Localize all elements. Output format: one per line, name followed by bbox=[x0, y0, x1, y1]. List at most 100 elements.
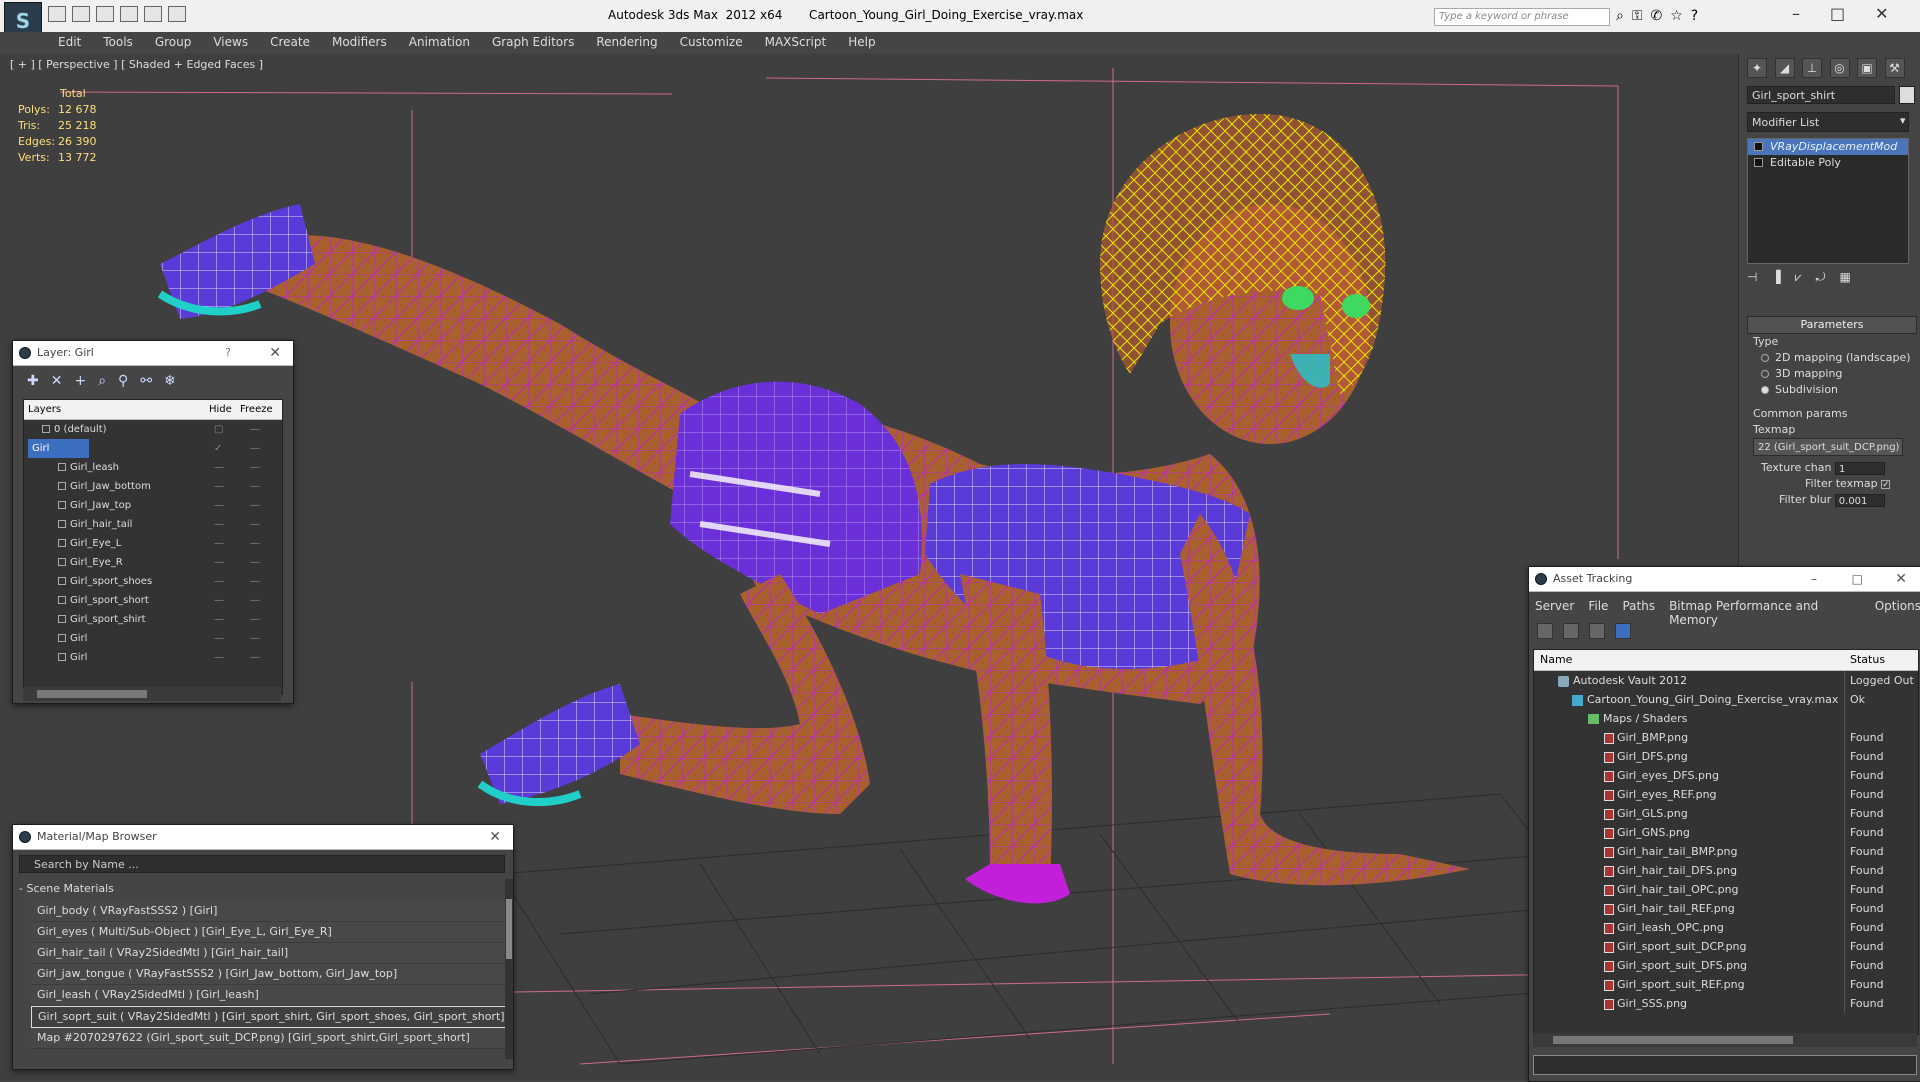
table-row[interactable]: Girl_BMP.png Found bbox=[1534, 728, 1918, 747]
material-browser-titlebar[interactable]: Material/Map Browser ✕ bbox=[13, 825, 513, 850]
asset-table[interactable]: Name Status Autodesk Vault 2012 Logged Ou… bbox=[1533, 649, 1919, 1035]
menu-animation[interactable]: Animation bbox=[409, 35, 470, 49]
freeze-toggle[interactable]: — bbox=[250, 648, 260, 667]
table-row[interactable]: Maps / Shaders bbox=[1534, 709, 1918, 728]
create-tab-icon[interactable]: ✦ bbox=[1747, 58, 1767, 78]
type-option-2d[interactable]: 2D mapping (landscape) bbox=[1747, 350, 1917, 366]
add-to-layer-icon[interactable]: + bbox=[74, 373, 86, 389]
menu-maxscript[interactable]: MAXScript bbox=[765, 35, 827, 49]
help-icon[interactable]: ? bbox=[1691, 8, 1698, 24]
favorites-star-icon[interactable]: ☆ bbox=[1670, 8, 1683, 24]
freeze-toggle[interactable]: — bbox=[250, 439, 260, 458]
close-icon[interactable]: ✕ bbox=[489, 825, 501, 849]
table-row[interactable]: Girl_hair_tail_REF.png Found bbox=[1534, 899, 1918, 918]
hide-toggle[interactable]: — bbox=[214, 515, 224, 534]
refresh-icon[interactable] bbox=[1537, 623, 1553, 639]
utilities-tab-icon[interactable]: ⚒ bbox=[1884, 58, 1905, 78]
menu-group[interactable]: Group bbox=[155, 35, 192, 49]
close-icon[interactable]: ✕ bbox=[1895, 567, 1907, 591]
highlight-layer-icon[interactable]: ⚲ bbox=[118, 373, 128, 389]
freeze-toggle[interactable]: — bbox=[250, 591, 260, 610]
asset-horizontal-scrollbar[interactable] bbox=[1533, 1033, 1917, 1047]
material-vertical-scrollbar[interactable] bbox=[505, 879, 513, 1059]
thumbnail-view-icon[interactable] bbox=[1589, 623, 1605, 639]
layer-row-selected[interactable]: Girl ✓ — bbox=[24, 439, 282, 458]
maximize-icon[interactable]: □ bbox=[1852, 567, 1863, 591]
material-item[interactable]: Girl_leash ( VRay2SidedMtl ) [Girl_leash… bbox=[31, 985, 507, 1006]
lightbulb-icon[interactable] bbox=[1754, 142, 1763, 151]
delete-layer-icon[interactable]: ✕ bbox=[51, 373, 63, 389]
menu-edit[interactable]: Edit bbox=[58, 35, 81, 49]
create-layer-icon[interactable]: ✚ bbox=[27, 373, 39, 389]
scene-materials-header[interactable]: - Scene Materials bbox=[19, 881, 505, 897]
filter-texmap-checkbox[interactable]: ✓ bbox=[1881, 479, 1891, 489]
active-check-icon[interactable]: ✓ bbox=[214, 439, 222, 458]
fetch-icon[interactable] bbox=[168, 6, 186, 22]
menu-bitmap-performance[interactable]: Bitmap Performance and Memory bbox=[1669, 599, 1861, 627]
table-row[interactable]: Girl_sport_suit_DCP.png Found bbox=[1534, 937, 1918, 956]
parameters-rollout[interactable]: Parameters bbox=[1747, 316, 1917, 334]
layer-row[interactable]: Girl_Jaw_top — — bbox=[24, 496, 282, 515]
pin-stack-icon[interactable]: ⊣ bbox=[1747, 270, 1757, 285]
configure-sets-icon[interactable]: ▦ bbox=[1839, 270, 1850, 285]
hide-toggle[interactable]: — bbox=[214, 553, 224, 572]
material-search-input[interactable]: Search by Name ... bbox=[19, 855, 505, 873]
save-file-icon[interactable] bbox=[72, 6, 90, 22]
select-objects-icon[interactable]: ⌕ bbox=[98, 373, 106, 389]
object-color-swatch[interactable] bbox=[1899, 86, 1915, 104]
rollout-header[interactable]: Parameters bbox=[1747, 316, 1917, 334]
minimize-icon[interactable]: – bbox=[1811, 567, 1817, 591]
layer-horizontal-scrollbar[interactable] bbox=[23, 687, 281, 701]
freeze-toggle[interactable]: — bbox=[250, 572, 260, 591]
close-icon[interactable]: ✕ bbox=[1875, 4, 1888, 23]
table-row[interactable]: Girl_leash_OPC.png Found bbox=[1534, 918, 1918, 937]
binoculars-icon[interactable]: ⌕ bbox=[1616, 8, 1624, 24]
freeze-toggle[interactable]: — bbox=[250, 477, 260, 496]
maximize-icon[interactable]: □ bbox=[1830, 4, 1845, 23]
table-row[interactable]: Cartoon_Young_Girl_Doing_Exercise_vray.m… bbox=[1534, 690, 1918, 709]
radio-icon[interactable] bbox=[1761, 370, 1769, 378]
asset-path-field[interactable] bbox=[1533, 1055, 1917, 1075]
radio-icon[interactable] bbox=[1761, 386, 1769, 394]
hide-toggle[interactable]: — bbox=[214, 572, 224, 591]
table-row[interactable]: Girl_GLS.png Found bbox=[1534, 804, 1918, 823]
redo-icon[interactable] bbox=[120, 6, 138, 22]
table-row[interactable]: Girl_hair_tail_OPC.png Found bbox=[1534, 880, 1918, 899]
layer-row[interactable]: Girl_hair_tail — — bbox=[24, 515, 282, 534]
subscription-icon[interactable]: ⚿ bbox=[1632, 8, 1643, 24]
freeze-toggle[interactable]: — bbox=[250, 496, 260, 515]
object-name-field[interactable]: Girl_sport_shirt bbox=[1747, 86, 1895, 104]
help-icon[interactable]: ? bbox=[225, 341, 231, 365]
layer-row[interactable]: 0 (default) ▢ — bbox=[24, 420, 282, 439]
column-freeze[interactable]: Freeze bbox=[240, 400, 273, 419]
help-search-input[interactable]: Type a keyword or phrase bbox=[1434, 8, 1610, 26]
menu-graph-editors[interactable]: Graph Editors bbox=[492, 35, 574, 49]
freeze-toggle[interactable]: — bbox=[250, 515, 260, 534]
freeze-toggle[interactable]: — bbox=[250, 610, 260, 629]
column-layers[interactable]: Layers bbox=[28, 400, 61, 419]
radio-icon[interactable] bbox=[1761, 354, 1769, 362]
layer-row[interactable]: Girl_leash — — bbox=[24, 458, 282, 477]
hide-all-icon[interactable]: ⚯ bbox=[140, 373, 152, 389]
freeze-toggle[interactable]: — bbox=[250, 458, 260, 477]
table-row[interactable]: Girl_hair_tail_BMP.png Found bbox=[1534, 842, 1918, 861]
freeze-toggle[interactable]: — bbox=[250, 629, 260, 648]
material-item[interactable]: Girl_eyes ( Multi/Sub-Object ) [Girl_Eye… bbox=[31, 922, 507, 943]
hide-toggle[interactable]: — bbox=[214, 477, 224, 496]
material-item[interactable]: Girl_body ( VRayFastSSS2 ) [Girl] bbox=[31, 901, 507, 922]
menu-views[interactable]: Views bbox=[213, 35, 248, 49]
undo-icon[interactable] bbox=[96, 6, 114, 22]
menu-help[interactable]: Help bbox=[848, 35, 875, 49]
layer-dialog-titlebar[interactable]: Layer: Girl ? ✕ bbox=[13, 341, 293, 366]
table-view-icon[interactable] bbox=[1615, 623, 1631, 639]
layer-row[interactable]: Girl — — bbox=[24, 648, 282, 667]
freeze-toggle[interactable]: — bbox=[250, 420, 260, 439]
hide-toggle[interactable]: — bbox=[214, 648, 224, 667]
menu-rendering[interactable]: Rendering bbox=[596, 35, 657, 49]
minimize-icon[interactable]: – bbox=[1792, 4, 1800, 23]
layer-list[interactable]: Layers Hide Freeze 0 (default) ▢ — Girl ✓ — … bbox=[23, 399, 283, 695]
stack-item-vraydisplacementmod[interactable]: VRayDisplacementMod bbox=[1748, 139, 1908, 155]
table-row[interactable]: Girl_SSS.png Found bbox=[1534, 994, 1918, 1013]
table-row[interactable]: Girl_eyes_DFS.png Found bbox=[1534, 766, 1918, 785]
table-row[interactable]: Girl_sport_suit_REF.png Found bbox=[1534, 975, 1918, 994]
